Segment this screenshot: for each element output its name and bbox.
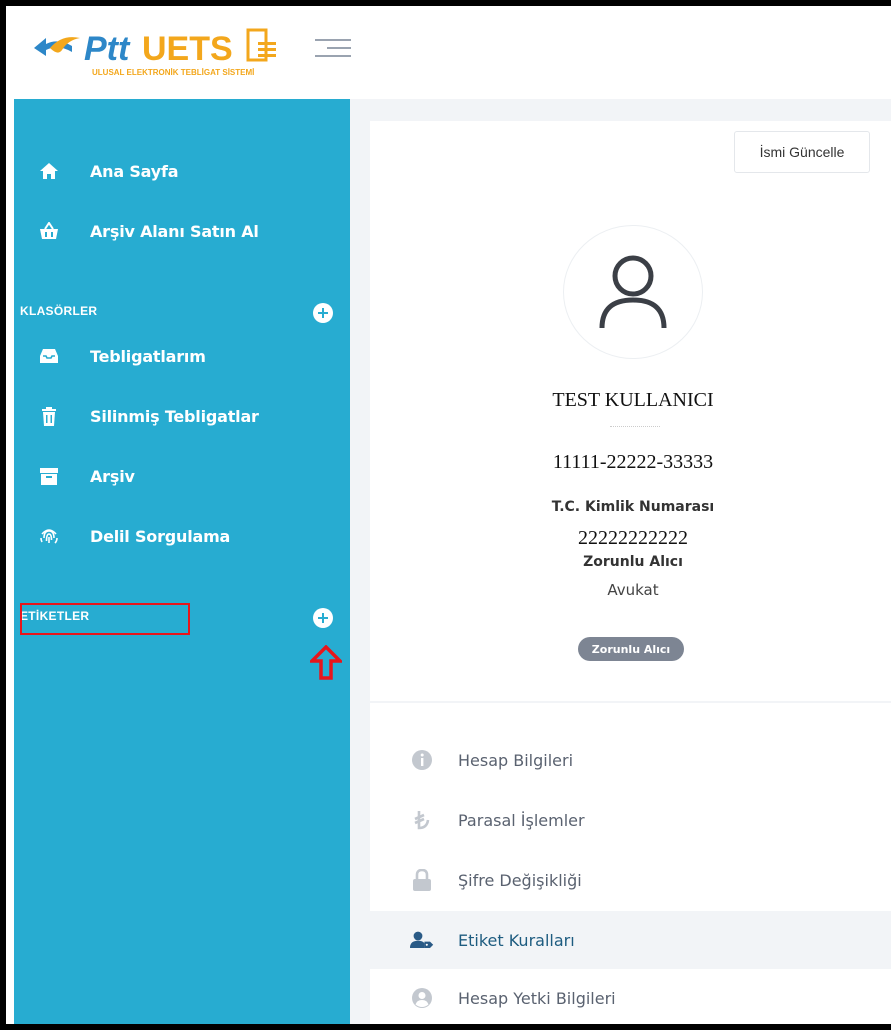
main-content: İsmi Güncelle TEST KULLANICI 11111-22222…	[350, 99, 891, 1024]
lock-icon	[410, 868, 434, 892]
profession: Avukat	[607, 581, 659, 599]
menu-item-authorization[interactable]: Hesap Yetki Bilgileri	[370, 969, 891, 1024]
add-label-plus-icon[interactable]	[313, 608, 333, 628]
menu-item-financial[interactable]: Parasal İşlemler	[370, 791, 891, 849]
hamburger-icon[interactable]	[315, 39, 351, 65]
add-folder-plus-icon[interactable]	[313, 303, 333, 323]
tc-id-label: T.C. Kimlik Numarası	[551, 499, 715, 515]
fingerprint-icon	[38, 525, 60, 547]
top-bar: Ptt UETS ULUSAL ELEKTRONİK TEBLİGAT SİST…	[6, 6, 891, 99]
profile-card: İsmi Güncelle TEST KULLANICI 11111-22222…	[370, 121, 891, 701]
sidebar-item-label: Ana Sayfa	[90, 161, 179, 181]
update-name-button[interactable]: İsmi Güncelle	[734, 131, 870, 173]
app-window: Ptt UETS ULUSAL ELEKTRONİK TEBLİGAT SİST…	[6, 6, 891, 1024]
user-circle-icon	[410, 986, 434, 1010]
sidebar-item-label: Arşiv	[90, 466, 135, 486]
ptt-uets-logo[interactable]: Ptt UETS ULUSAL ELEKTRONİK TEBLİGAT SİST…	[28, 24, 288, 82]
menu-item-password[interactable]: Şifre Değişikliği	[370, 851, 891, 909]
inbox-icon	[38, 345, 60, 367]
menu-item-label: Parasal İşlemler	[458, 810, 585, 830]
tc-id-value: 22222222222	[578, 527, 688, 549]
sidebar: Ana Sayfa Arşiv Alanı Satın Al KLASÖRLER…	[14, 99, 350, 1024]
sidebar-item-evidence-query[interactable]: Delil Sorgulama	[14, 514, 350, 558]
status-badge: Zorunlu Alıcı	[578, 637, 684, 661]
menu-item-account-info[interactable]: Hesap Bilgileri	[370, 731, 891, 789]
menu-item-label: Hesap Yetki Bilgileri	[458, 988, 616, 1008]
lira-icon	[410, 808, 434, 832]
account-menu: Hesap Bilgileri Parasal İşlemler Şifre D…	[370, 703, 891, 1024]
sidebar-item-archive[interactable]: Arşiv	[14, 454, 350, 498]
divider	[610, 426, 660, 427]
trash-icon	[38, 405, 60, 427]
user-tag-icon	[410, 928, 434, 952]
sidebar-item-deleted[interactable]: Silinmiş Tebligatlar	[14, 394, 350, 438]
menu-item-label: Etiket Kuralları	[458, 930, 575, 950]
basket-icon	[38, 220, 60, 242]
logo-subtitle: ULUSAL ELEKTRONİK TEBLİGAT SİSTEMİ	[92, 68, 254, 77]
sidebar-item-inbox[interactable]: Tebligatlarım	[14, 334, 350, 378]
folders-section-title: KLASÖRLER	[20, 304, 98, 318]
menu-item-label-rules[interactable]: Etiket Kuralları	[370, 911, 891, 969]
user-phone: 11111-22222-33333	[552, 451, 714, 473]
archive-icon	[38, 465, 60, 487]
info-icon	[410, 748, 434, 772]
logo-product: UETS	[142, 30, 233, 68]
user-name: TEST KULLANICI	[552, 389, 714, 411]
menu-item-label: Şifre Değişikliği	[458, 870, 582, 890]
sidebar-item-label: Silinmiş Tebligatlar	[90, 406, 259, 426]
home-icon	[38, 160, 60, 182]
logo-document-icon	[246, 28, 276, 62]
sidebar-item-buy-archive[interactable]: Arşiv Alanı Satın Al	[14, 209, 350, 253]
logo-brand: Ptt	[84, 30, 131, 68]
sidebar-item-label: Arşiv Alanı Satın Al	[90, 221, 259, 241]
sidebar-item-label: Tebligatlarım	[90, 346, 206, 366]
sidebar-item-home[interactable]: Ana Sayfa	[14, 149, 350, 193]
logo-eye-icon	[34, 37, 80, 56]
sidebar-item-label: Delil Sorgulama	[90, 526, 231, 546]
labels-highlight-box	[20, 603, 190, 635]
arrow-up-icon	[310, 645, 342, 680]
user-icon	[599, 255, 667, 329]
avatar	[563, 225, 703, 359]
role-label: Zorunlu Alıcı	[583, 554, 683, 570]
menu-item-label: Hesap Bilgileri	[458, 750, 574, 770]
